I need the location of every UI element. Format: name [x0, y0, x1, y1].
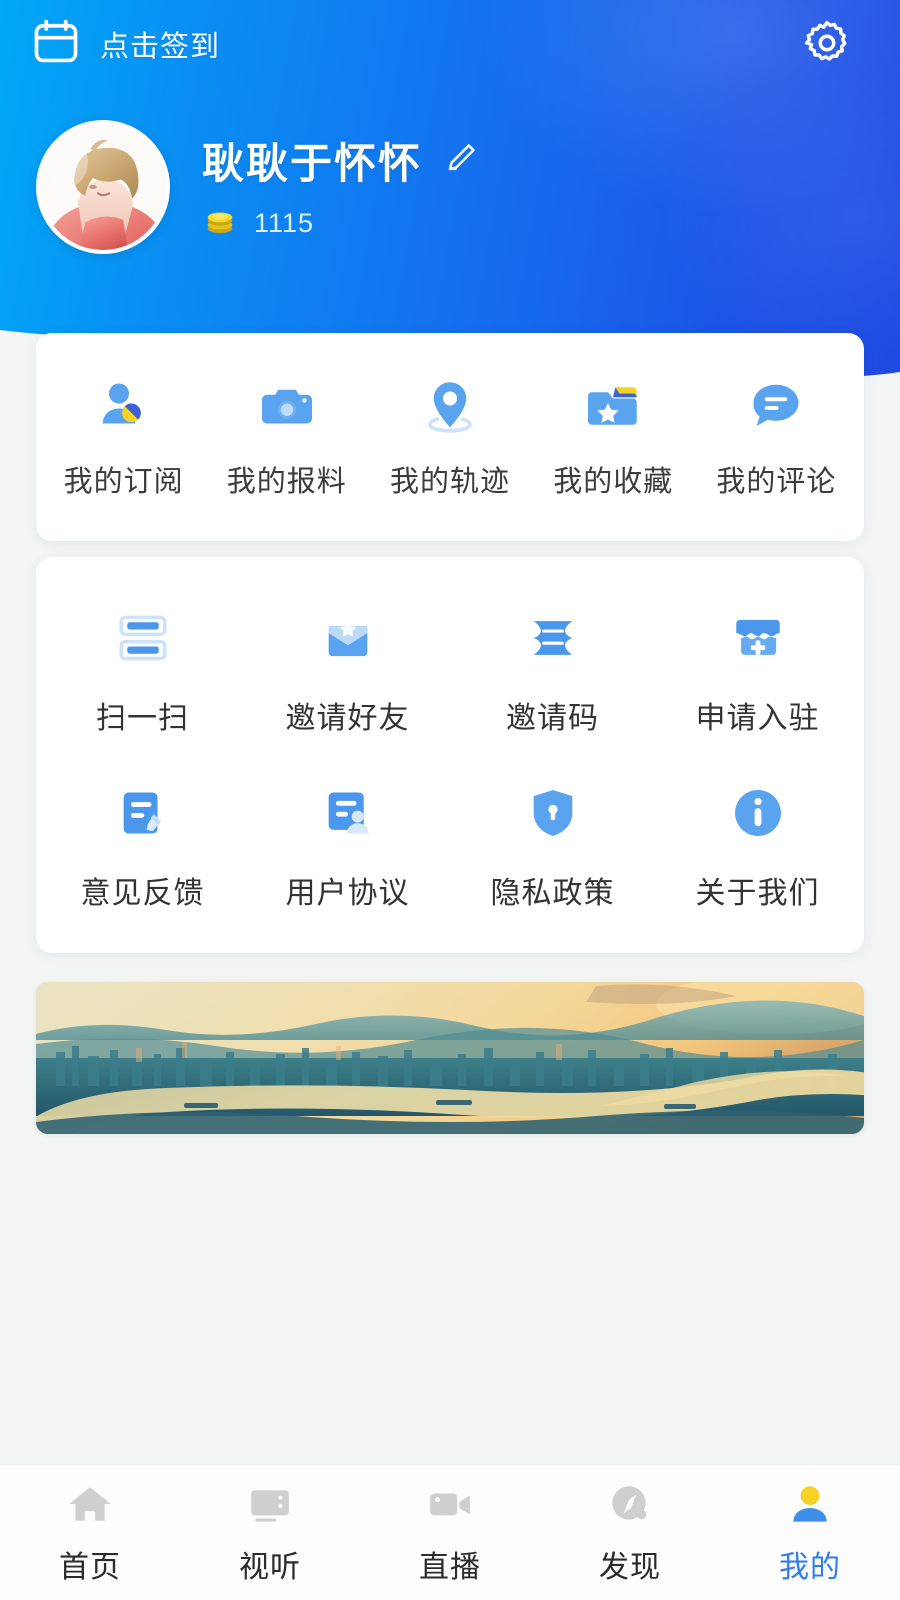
- tool-item-label: 用户协议: [285, 876, 410, 910]
- tab-label: 直播: [419, 1550, 481, 1584]
- location-pin-icon: [420, 374, 480, 436]
- settings-button[interactable]: [800, 18, 854, 72]
- tool-item-label: 申请入驻: [695, 701, 820, 735]
- quick-item-reports[interactable]: 我的报料: [205, 374, 368, 500]
- folder-star-icon: [583, 374, 643, 436]
- sign-in-button[interactable]: 点击签到: [30, 16, 220, 73]
- home-icon: [65, 1480, 115, 1530]
- tool-item-about-us[interactable]: 关于我们: [655, 758, 860, 933]
- tool-item-label: 邀请码: [506, 701, 599, 735]
- shop-apply-icon: [729, 605, 787, 667]
- tools-card: 扫一扫 邀请好友 邀请码 申请入驻 意见反馈 用户协议 隐私政策 关于我们: [36, 557, 864, 953]
- quick-item-subscriptions[interactable]: 我的订阅: [42, 374, 205, 500]
- ticket-icon: [524, 605, 582, 667]
- quick-item-label: 我的收藏: [553, 466, 674, 498]
- profile-text: 耿耿于怀怀 1115: [202, 130, 478, 244]
- avatar[interactable]: [36, 120, 170, 254]
- coin-count: 1115: [254, 208, 315, 238]
- tool-item-invite-code[interactable]: 邀请码: [450, 583, 655, 758]
- tool-item-label: 意见反馈: [80, 876, 205, 910]
- tool-item-scan[interactable]: 扫一扫: [40, 583, 245, 758]
- envelope-invite-icon: [319, 605, 377, 667]
- pencil-edit-icon[interactable]: [444, 141, 478, 180]
- tool-item-label: 隐私政策: [490, 876, 615, 910]
- video-camera-icon: [425, 1480, 475, 1530]
- user-icon: [785, 1480, 835, 1530]
- agreement-doc-icon: [319, 780, 377, 842]
- tool-item-user-agreement[interactable]: 用户协议: [245, 758, 450, 933]
- tab-label: 发现: [599, 1550, 661, 1584]
- top-bar: 点击签到: [0, 0, 900, 88]
- quick-access-grid: 我的订阅 我的报料 我的轨迹 我的收藏 我的评论: [36, 333, 864, 541]
- quick-item-label: 我的报料: [226, 466, 347, 498]
- city-river-sunset-banner: [36, 982, 864, 1134]
- tool-item-label: 邀请好友: [285, 701, 410, 735]
- avatar-illustration: [40, 124, 166, 250]
- tool-item-label: 关于我们: [695, 876, 820, 910]
- quick-item-comments[interactable]: 我的评论: [695, 374, 858, 500]
- quick-item-favorites[interactable]: 我的收藏: [532, 374, 695, 500]
- camera-icon: [257, 374, 317, 436]
- tab-home[interactable]: 首页: [0, 1465, 180, 1600]
- username: 耿耿于怀怀: [202, 140, 423, 187]
- tab-label: 我的: [779, 1550, 841, 1584]
- tv-icon: [245, 1480, 295, 1530]
- profile-block: 耿耿于怀怀 1115: [36, 120, 676, 254]
- tab-label: 首页: [59, 1550, 121, 1584]
- quick-item-tracks[interactable]: 我的轨迹: [368, 374, 531, 500]
- tools-grid: 扫一扫 邀请好友 邀请码 申请入驻 意见反馈 用户协议 隐私政策 关于我们: [36, 557, 864, 953]
- promo-banner[interactable]: [36, 982, 864, 1134]
- tab-live[interactable]: 直播: [360, 1465, 540, 1600]
- profile-page: 点击签到 耿耿于怀怀 1115 我的订阅 我的报料 我的轨迹 我的收藏 我的评论…: [0, 0, 900, 1600]
- tool-item-privacy-policy[interactable]: 隐私政策: [450, 758, 655, 933]
- coin-stack-icon: [202, 203, 238, 244]
- tool-item-label: 扫一扫: [96, 701, 189, 735]
- info-circle-icon: [729, 780, 787, 842]
- gear-icon: [801, 17, 853, 74]
- compass-icon: [605, 1480, 655, 1530]
- tab-audiovisual[interactable]: 视听: [180, 1465, 360, 1600]
- tool-item-apply-shop[interactable]: 申请入驻: [655, 583, 860, 758]
- tab-mine[interactable]: 我的: [720, 1465, 900, 1600]
- quick-access-card: 我的订阅 我的报料 我的轨迹 我的收藏 我的评论: [36, 333, 864, 541]
- quick-item-label: 我的评论: [716, 466, 837, 498]
- scan-icon: [114, 605, 172, 667]
- feedback-doc-icon: [114, 780, 172, 842]
- quick-item-label: 我的轨迹: [390, 466, 511, 498]
- person-subscribe-icon: [94, 374, 154, 436]
- shield-lock-icon: [524, 780, 582, 842]
- tab-label: 视听: [239, 1550, 301, 1584]
- tool-item-feedback[interactable]: 意见反馈: [40, 758, 245, 933]
- tab-discover[interactable]: 发现: [540, 1465, 720, 1600]
- quick-item-label: 我的订阅: [63, 466, 184, 498]
- bottom-tab-bar: 首页 视听 直播 发现 我的: [0, 1464, 900, 1600]
- sign-in-label: 点击签到: [100, 31, 221, 63]
- username-row: 耿耿于怀怀: [202, 130, 478, 191]
- tool-item-invite-friends[interactable]: 邀请好友: [245, 583, 450, 758]
- calendar-icon: [30, 16, 82, 73]
- coin-row[interactable]: 1115: [202, 203, 478, 244]
- comment-bubble-icon: [746, 374, 806, 436]
